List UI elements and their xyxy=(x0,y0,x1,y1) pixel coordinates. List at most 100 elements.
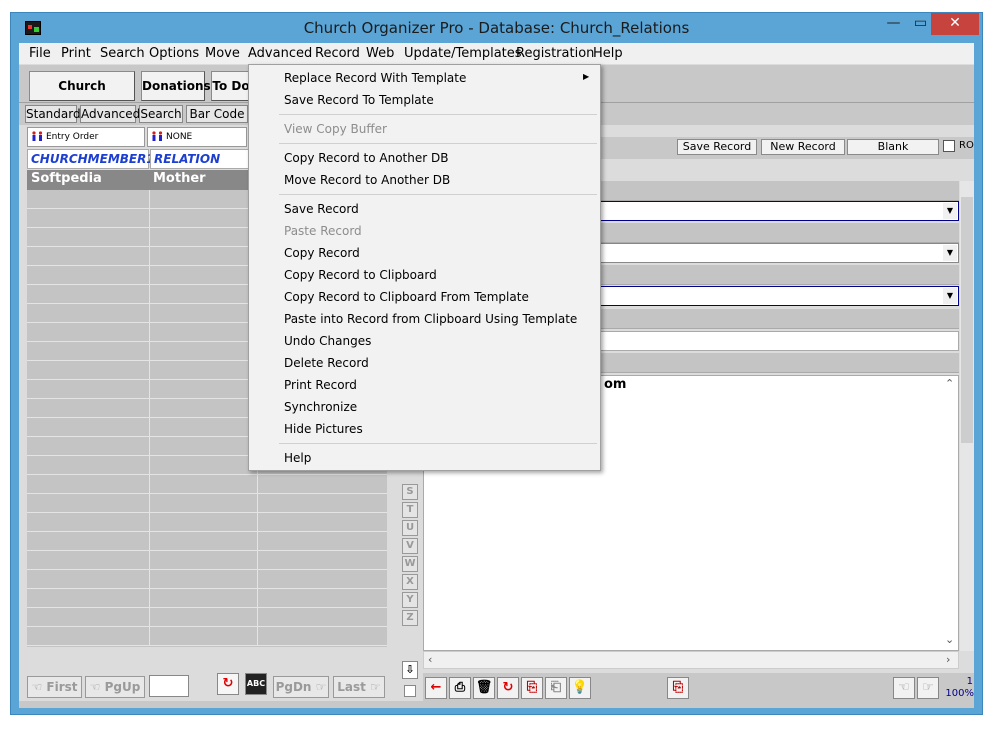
donations-button[interactable]: Donations xyxy=(141,71,211,101)
multi-select-checkbox[interactable] xyxy=(404,685,416,697)
menu-item-save-record[interactable]: Save Record xyxy=(284,202,359,216)
tab-bar-code[interactable]: Bar Code xyxy=(186,105,248,123)
scroll-up-icon[interactable]: ⌃ xyxy=(945,377,954,390)
minimize-button[interactable]: — xyxy=(880,13,907,35)
title-bar[interactable]: Church Organizer Pro - Database: Church_… xyxy=(11,13,982,43)
refresh-icon[interactable]: ↻ xyxy=(217,673,239,695)
grid-cell xyxy=(150,418,258,437)
menu-help[interactable]: Help xyxy=(593,46,623,61)
table-row[interactable] xyxy=(27,589,387,608)
letter-z[interactable]: Z xyxy=(402,610,418,626)
down-arrow-icon[interactable]: ⇩ xyxy=(402,661,418,679)
menu-item-delete-record[interactable]: Delete Record xyxy=(284,356,369,370)
blank-button[interactable]: Blank xyxy=(847,139,939,155)
table-row[interactable] xyxy=(27,608,387,627)
menu-item-copy-record[interactable]: Copy Record xyxy=(284,246,360,260)
menu-item-move-record-to-another-db[interactable]: Move Record to Another DB xyxy=(284,173,450,187)
maximize-button[interactable]: ▭ xyxy=(907,13,934,35)
zoom-level: 100% xyxy=(945,688,974,699)
table-row[interactable] xyxy=(27,532,387,551)
last-record-button[interactable]: Last ☞ xyxy=(333,676,385,698)
menu-item-copy-record-to-clipboard[interactable]: Copy Record to Clipboard xyxy=(284,268,437,282)
table-row[interactable] xyxy=(27,627,387,646)
menu-options[interactable]: Options xyxy=(149,46,199,61)
letter-x[interactable]: X xyxy=(402,574,418,590)
menu-registration[interactable]: Registration xyxy=(516,46,594,61)
menu-item-paste-into-record-from-clipboard[interactable]: Paste into Record from Clipboard Using T… xyxy=(284,312,577,326)
clipboard-icon[interactable]: ⎘ xyxy=(667,677,689,699)
memo-scrollbar[interactable]: ⌃ ⌄ xyxy=(943,377,957,649)
menu-item-view-copy-buffer[interactable]: View Copy Buffer xyxy=(284,122,387,136)
menu-item-help[interactable]: Help xyxy=(284,451,311,465)
sort-order-right[interactable]: NONE xyxy=(147,127,247,147)
menu-file[interactable]: File xyxy=(29,46,51,61)
church-members-button[interactable]: Church Members xyxy=(29,71,135,121)
table-row[interactable] xyxy=(27,494,387,513)
menu-web[interactable]: Web xyxy=(366,46,394,61)
page-up-button[interactable]: ☜ PgUp xyxy=(85,676,145,698)
copy-record-icon[interactable]: ⎘ xyxy=(521,677,543,699)
menu-item-hide-pictures[interactable]: Hide Pictures xyxy=(284,422,363,436)
print-icon[interactable]: ⎙ xyxy=(449,677,471,699)
column-header-churchmember1[interactable]: CHURCHMEMBER1 xyxy=(27,149,155,169)
table-row[interactable] xyxy=(27,570,387,589)
menu-bar: File Print Search Options Move Advanced … xyxy=(19,43,974,64)
form-scrollbar[interactable] xyxy=(960,181,974,651)
trash-icon[interactable]: 🗑 xyxy=(473,677,495,699)
lightbulb-icon[interactable]: 💡 xyxy=(569,677,591,699)
menu-move[interactable]: Move xyxy=(205,46,240,61)
chevron-down-icon[interactable]: ▼ xyxy=(943,288,957,304)
close-button[interactable]: ✕ xyxy=(931,13,979,35)
menu-record[interactable]: Record xyxy=(315,46,360,61)
tab-advanced[interactable]: Advanced xyxy=(80,105,140,123)
grid-cell xyxy=(150,247,258,266)
first-record-button[interactable]: ☜ First xyxy=(27,676,82,698)
scroll-left-icon[interactable]: ‹ xyxy=(428,653,432,666)
pgup-label: PgUp xyxy=(104,680,141,694)
page-down-button[interactable]: PgDn ☞ xyxy=(273,676,329,698)
menu-item-undo-changes[interactable]: Undo Changes xyxy=(284,334,371,348)
menu-item-print-record[interactable]: Print Record xyxy=(284,378,357,392)
chevron-down-icon[interactable]: ▼ xyxy=(943,245,957,261)
letter-t[interactable]: T xyxy=(402,502,418,518)
back-arrow-icon[interactable]: ← xyxy=(425,677,447,699)
scrollbar-thumb[interactable] xyxy=(961,197,973,443)
letter-s[interactable]: S xyxy=(402,484,418,500)
menu-search[interactable]: Search xyxy=(100,46,145,61)
menu-item-paste-record[interactable]: Paste Record xyxy=(284,224,362,238)
menu-separator xyxy=(279,114,597,115)
grid-cell xyxy=(27,209,150,228)
menu-advanced[interactable]: Advanced xyxy=(248,46,312,61)
menu-print[interactable]: Print xyxy=(61,46,91,61)
save-record-button[interactable]: Save Record xyxy=(677,139,757,155)
letter-y[interactable]: Y xyxy=(402,592,418,608)
scroll-right-icon[interactable]: › xyxy=(946,653,950,666)
menu-item-synchronize[interactable]: Synchronize xyxy=(284,400,357,414)
menu-item-copy-record-to-clipboard-from-template[interactable]: Copy Record to Clipboard From Template xyxy=(284,290,529,304)
tab-search[interactable]: Search xyxy=(139,105,183,123)
letter-w[interactable]: W xyxy=(402,556,418,572)
sort-order-left[interactable]: Entry Order xyxy=(27,127,145,147)
letter-v[interactable]: V xyxy=(402,538,418,554)
to-do-button[interactable]: To Do xyxy=(211,71,251,101)
tab-standard[interactable]: Standard xyxy=(25,105,81,123)
chevron-down-icon[interactable]: ▼ xyxy=(943,203,957,219)
prev-record-icon[interactable]: ☜ xyxy=(893,677,915,699)
new-record-button[interactable]: New Record xyxy=(761,139,845,155)
menu-update-templates[interactable]: Update/Templates xyxy=(404,46,522,61)
horizontal-scrollbar[interactable]: ‹ › xyxy=(423,651,959,669)
menu-item-copy-record-to-another-db[interactable]: Copy Record to Another DB xyxy=(284,151,448,165)
table-row[interactable] xyxy=(27,475,387,494)
record-jump-input[interactable] xyxy=(149,675,189,697)
table-row[interactable] xyxy=(27,551,387,570)
abc-icon[interactable]: ABC xyxy=(245,673,267,695)
table-row[interactable] xyxy=(27,513,387,532)
menu-item-replace-record-with-template[interactable]: Replace Record With Template xyxy=(284,71,466,85)
letter-u[interactable]: U xyxy=(402,520,418,536)
paste-record-icon[interactable]: ⎗ xyxy=(545,677,567,699)
column-header-relation[interactable]: RELATION xyxy=(150,149,250,169)
read-only-checkbox[interactable] xyxy=(943,140,955,152)
scroll-down-icon[interactable]: ⌄ xyxy=(945,633,954,646)
menu-item-save-record-to-template[interactable]: Save Record To Template xyxy=(284,93,434,107)
refresh-icon[interactable]: ↻ xyxy=(497,677,519,699)
